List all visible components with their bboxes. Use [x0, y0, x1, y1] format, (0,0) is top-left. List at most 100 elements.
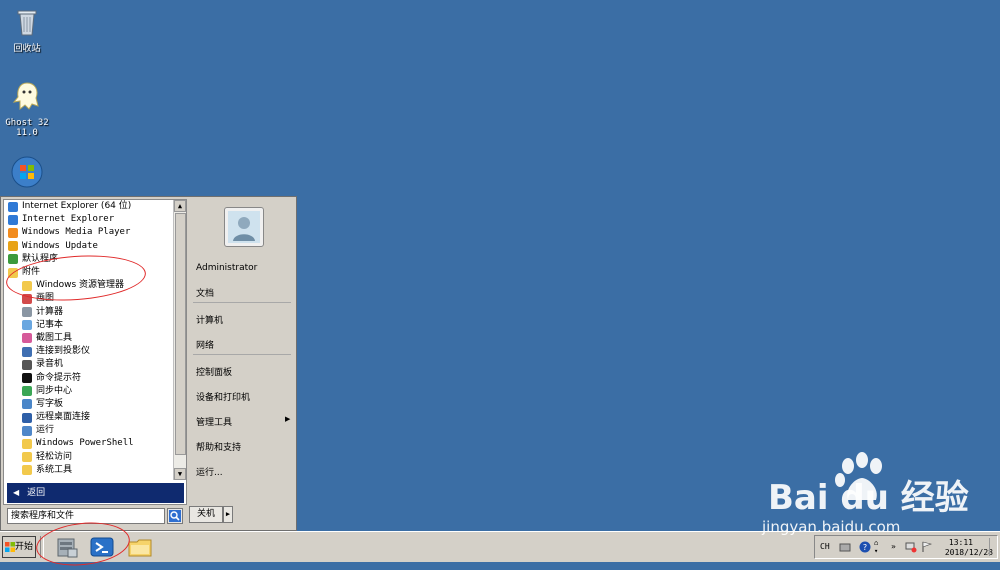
program-item[interactable]: 连接到投影仪 [4, 345, 175, 358]
program-item-label: 画图 [36, 293, 55, 304]
folder-icon [22, 438, 32, 449]
program-item[interactable]: 计算器 [4, 306, 175, 319]
clock-time[interactable]: 13:11 [949, 538, 973, 547]
program-item[interactable]: 轻松访问 [4, 451, 175, 464]
windows-orb-icon [11, 156, 43, 188]
server-manager-icon[interactable] [54, 535, 80, 559]
back-button[interactable]: ◀ 返回 [7, 483, 184, 503]
program-item[interactable]: Windows Update [4, 240, 175, 253]
remote-desktop-icon [22, 412, 32, 423]
search-placeholder: 搜索程序和文件 [11, 511, 75, 521]
program-item[interactable]: 录音机 [4, 358, 175, 371]
folder-icon [8, 267, 18, 278]
program-item[interactable]: Windows PowerShell [4, 437, 175, 450]
start-menu: Internet Explorer (64 位) Internet Explore… [0, 196, 297, 531]
show-hidden-icons-button[interactable]: » [891, 542, 896, 551]
program-item-label: 录音机 [36, 359, 64, 370]
notepad-icon [22, 320, 32, 331]
recycle-bin-icon [17, 10, 37, 36]
scroll-down-button[interactable]: ▼ [174, 468, 186, 480]
language-indicator[interactable]: CH [820, 542, 830, 551]
start-button[interactable]: 开始 [2, 536, 36, 558]
back-arrow-icon: ◀ [13, 488, 20, 497]
sync-center-icon [22, 386, 32, 397]
explorer-icon [22, 280, 32, 291]
file-explorer-icon[interactable] [127, 535, 153, 559]
run-icon [22, 425, 32, 436]
scroll-thumb[interactable] [175, 213, 186, 455]
taskbar-divider [40, 536, 44, 558]
folder-icon [22, 452, 32, 463]
program-item[interactable]: 默认程序 [4, 253, 175, 266]
shutdown-options-button[interactable]: ▶ [223, 506, 233, 523]
program-item[interactable]: 命令提示符 [4, 371, 175, 384]
help-icon[interactable]: ? [859, 541, 871, 553]
folder-icon [22, 465, 32, 476]
program-item[interactable]: 写字板 [4, 398, 175, 411]
program-item-label: 同步中心 [36, 385, 73, 396]
user-name-link[interactable]: Administrator [196, 263, 257, 273]
program-item-label: 截图工具 [36, 332, 73, 343]
program-item-label: Windows 资源管理器 [36, 280, 125, 291]
user-avatar[interactable] [224, 207, 264, 247]
shutdown-button[interactable]: 关机 [189, 506, 223, 523]
back-button-label: 返回 [27, 488, 46, 498]
program-item[interactable]: Internet Explorer (64 位) [4, 200, 175, 213]
program-item[interactable]: 远程桌面连接 [4, 411, 175, 424]
devices-printers-link[interactable]: 设备和打印机 [196, 390, 250, 403]
network-status-icon[interactable] [905, 541, 917, 553]
network-link[interactable]: 网络 [196, 338, 214, 351]
baidu-watermark: Bai du 经验 jingyan.baidu.com [758, 452, 998, 538]
system-tray: CH ? ⌂ ▾ » 13:11 2018/12/28 [814, 535, 998, 559]
wordpad-icon [22, 399, 32, 410]
submenu-arrow-icon: ▶ [285, 415, 291, 423]
program-item[interactable]: Windows 资源管理器 [4, 279, 175, 292]
clock-date[interactable]: 2018/12/28 [945, 548, 993, 557]
desktop-icon-recycle-bin[interactable]: 回收站 [0, 6, 54, 54]
program-item[interactable]: 同步中心 [4, 385, 175, 398]
program-list-scrollbar[interactable]: ▲ ▼ [173, 200, 186, 480]
shutdown-label: 关机 [196, 509, 215, 519]
program-item[interactable]: 记事本 [4, 319, 175, 332]
start-menu-places-pane: Administrator 文档 计算机 网络 控制面板 设备和打印机 管理工具… [189, 199, 294, 505]
watermark-url: jingyan.baidu.com [762, 518, 901, 536]
documents-link[interactable]: 文档 [196, 286, 214, 299]
desktop-icon-label-line1: Ghost 32 [5, 118, 49, 128]
show-desktop-button[interactable] [989, 538, 996, 556]
admin-tools-link[interactable]: 管理工具 [196, 415, 232, 428]
command-prompt-icon [22, 373, 32, 384]
program-item[interactable]: Internet Explorer [4, 213, 175, 226]
desktop-icon-label-line2: 11.0 [16, 128, 38, 138]
program-item[interactable]: 运行 [4, 424, 175, 437]
menu-divider [193, 354, 291, 355]
program-item-label: 系统工具 [36, 464, 73, 475]
program-item-label: Windows Update [22, 240, 98, 251]
control-panel-link[interactable]: 控制面板 [196, 365, 232, 378]
user-icon [228, 211, 260, 243]
program-item-label: 运行 [36, 425, 55, 436]
paint-icon [22, 293, 32, 304]
computer-link[interactable]: 计算机 [196, 313, 223, 326]
search-input[interactable]: 搜索程序和文件 [7, 508, 165, 524]
program-item[interactable]: 系统工具 [4, 464, 175, 477]
action-center-flag-icon[interactable] [921, 541, 933, 553]
program-item[interactable]: 截图工具 [4, 332, 175, 345]
powershell-icon[interactable] [89, 535, 115, 559]
search-button[interactable] [167, 508, 183, 524]
program-item[interactable]: Windows Media Player [4, 226, 175, 239]
program-item[interactable]: 画图 [4, 292, 175, 305]
svg-text:?: ? [863, 543, 867, 552]
program-item-label: 记事本 [36, 319, 64, 330]
snipping-tool-icon [22, 333, 32, 344]
keyboard-icon[interactable] [839, 541, 851, 553]
help-support-link[interactable]: 帮助和支持 [196, 440, 241, 453]
scroll-up-button[interactable]: ▲ [174, 200, 186, 212]
program-item[interactable]: 附件 [4, 266, 175, 279]
program-list: Internet Explorer (64 位) Internet Explore… [4, 200, 175, 480]
ime-options-icon[interactable]: ⌂ ▾ [874, 539, 878, 555]
desktop-icon-ghost[interactable]: Ghost 32 11.0 [0, 80, 54, 138]
program-item-label: 写字板 [36, 398, 64, 409]
run-link[interactable]: 运行... [196, 465, 223, 478]
program-item-label: 命令提示符 [36, 372, 82, 383]
desktop-icon-windows[interactable] [0, 156, 54, 194]
